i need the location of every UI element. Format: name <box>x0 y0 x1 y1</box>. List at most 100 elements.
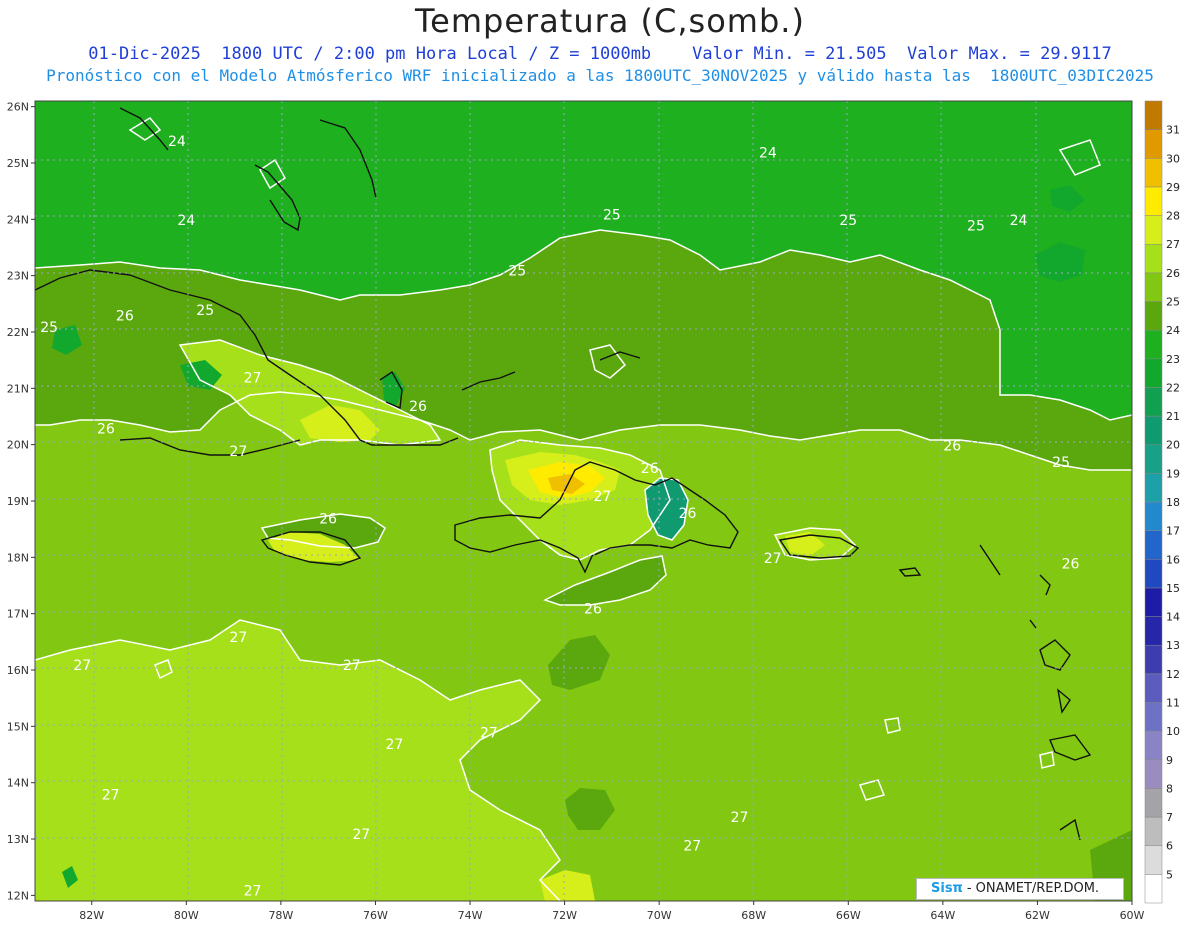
colorbar-swatch <box>1144 730 1163 761</box>
colorbar-level-label: 23 <box>1166 353 1180 366</box>
contour-label: 27 <box>764 551 782 567</box>
contour-label: 27 <box>102 788 120 804</box>
colorbar-level-label: 16 <box>1166 553 1180 566</box>
lat-tick-label: 19N <box>7 495 29 508</box>
colorbar-level-label: 19 <box>1166 467 1180 480</box>
contour-label: 24 <box>168 134 186 150</box>
credit-box: Sisπ - ONAMET/REP.DOM. <box>916 878 1124 900</box>
lat-tick-label: 13N <box>7 833 29 846</box>
colorbar-swatch <box>1144 129 1163 159</box>
colorbar-level-label: 17 <box>1166 525 1180 538</box>
contour-label: 24 <box>177 213 195 229</box>
contour-label: 26 <box>1062 557 1080 573</box>
colorbar-level-label: 7 <box>1166 811 1173 824</box>
colorbar-level-label: 27 <box>1166 238 1180 251</box>
sispi-logo: Sisπ <box>931 881 963 896</box>
contour-label: 26 <box>319 512 337 528</box>
lat-tick-label: 22N <box>7 326 29 339</box>
colorbar-level-label: 5 <box>1166 868 1173 881</box>
colorbar-swatch <box>1144 215 1163 245</box>
lon-tick-label: 74W <box>458 909 483 922</box>
lon-tick-label: 62W <box>1025 909 1050 922</box>
contour-label: 27 <box>229 444 247 460</box>
colorbar-level-label: 15 <box>1166 582 1180 595</box>
lat-tick-label: 24N <box>7 213 29 226</box>
contour-label: 27 <box>683 838 701 854</box>
run-info-subtitle: 01-Dic-2025 1800 UTC / 2:00 pm Hora Loca… <box>88 44 1112 64</box>
colorbar-level-label: 29 <box>1166 181 1180 194</box>
colorbar-swatch <box>1144 329 1163 360</box>
contour-label: 27 <box>244 371 262 387</box>
lon-tick-label: 78W <box>268 909 293 922</box>
colorbar-swatch <box>1144 759 1163 789</box>
colorbar-level-label: 10 <box>1166 725 1180 738</box>
lat-tick-label: 14N <box>7 777 29 790</box>
colorbar-swatch <box>1144 788 1163 818</box>
contour-label: 25 <box>603 207 621 223</box>
forecast-info-subtitle: Pronóstico con el Modelo Atmósferico WRF… <box>46 66 1154 85</box>
lon-tick-label: 80W <box>174 909 199 922</box>
colorbar-swatch <box>1144 473 1163 503</box>
longitude-tick-labels: 82W 80W 78W 76W 74W 72W 70W 68W 66W 64W 62W 60W <box>79 901 1145 922</box>
lon-tick-label: 82W <box>79 909 104 922</box>
contour-label: 25 <box>196 303 214 319</box>
contour-label: 26 <box>584 602 602 618</box>
lat-tick-label: 20N <box>7 439 29 452</box>
colorbar-level-label: 14 <box>1166 611 1180 624</box>
colorbar-level-label: 20 <box>1166 439 1180 452</box>
contour-label: 27 <box>385 737 403 753</box>
colorbar-level-label: 22 <box>1166 381 1180 394</box>
contour-label: 26 <box>116 309 134 325</box>
contour-label: 25 <box>839 213 857 229</box>
contour-label: 27 <box>73 658 91 674</box>
lat-tick-label: 26N <box>7 101 29 114</box>
contour-label: 27 <box>229 630 247 646</box>
colorbar-swatch <box>1144 415 1163 445</box>
contour-label: 26 <box>943 438 961 454</box>
contour-label: 27 <box>343 658 361 674</box>
colorbar-level-label: 18 <box>1166 496 1180 509</box>
contour-label: 25 <box>40 320 58 336</box>
colorbar-swatch <box>1144 158 1163 188</box>
colorbar-swatch <box>1144 100 1163 130</box>
contour-label: 27 <box>352 827 370 843</box>
contour-label: 25 <box>967 219 985 235</box>
contour-label: 27 <box>480 726 498 742</box>
colorbar: 5 6 7 8 9 10 11 12 13 14 15 16 17 18 19 20 21 22 23 24 25 26 2… <box>1144 100 1180 904</box>
colorbar-swatch <box>1144 530 1163 560</box>
contour-label: 26 <box>97 421 115 437</box>
colorbar-swatch <box>1144 673 1163 703</box>
colorbar-swatch <box>1144 816 1163 846</box>
lat-tick-label: 16N <box>7 664 29 677</box>
colorbar-level-label: 11 <box>1166 697 1180 710</box>
latitude-tick-labels: 26N 25N 24N 23N 22N 21N 20N 19N 18N 17N 16N 15N 14N 1… <box>7 101 35 902</box>
colorbar-level-label: 13 <box>1166 639 1180 652</box>
colorbar-swatch <box>1144 186 1163 216</box>
contour-label: 26 <box>679 506 697 522</box>
colorbar-swatch <box>1144 444 1163 474</box>
colorbar-level-label: 6 <box>1166 840 1173 853</box>
lat-tick-label: 15N <box>7 720 29 733</box>
lon-tick-label: 64W <box>930 909 955 922</box>
colorbar-level-label: 30 <box>1166 152 1180 165</box>
colorbar-level-label: 25 <box>1166 296 1180 309</box>
colorbar-swatch <box>1144 845 1163 875</box>
colorbar-swatch <box>1144 387 1163 417</box>
colorbar-level-label: 24 <box>1166 324 1180 337</box>
colorbar-swatch <box>1144 243 1163 274</box>
lon-tick-label: 70W <box>647 909 672 922</box>
contour-label: 26 <box>409 399 427 415</box>
contour-label: 27 <box>593 489 611 505</box>
lon-tick-label: 66W <box>836 909 861 922</box>
colorbar-level-label: 12 <box>1166 668 1180 681</box>
temperature-map: 24 24 24 24 25 25 25 25 25 25 25 26 26 26 26 26 26 26 26 26… <box>7 100 1180 922</box>
colorbar-swatch <box>1144 587 1163 617</box>
colorbar-swatch <box>1144 616 1163 646</box>
contour-label: 24 <box>1010 213 1028 229</box>
colorbar-swatch <box>1144 644 1163 675</box>
lat-tick-label: 21N <box>7 382 29 395</box>
colorbar-level-label: 26 <box>1166 267 1180 280</box>
lon-tick-label: 72W <box>552 909 577 922</box>
lat-tick-label: 25N <box>7 157 29 170</box>
contour-label: 27 <box>731 810 749 826</box>
